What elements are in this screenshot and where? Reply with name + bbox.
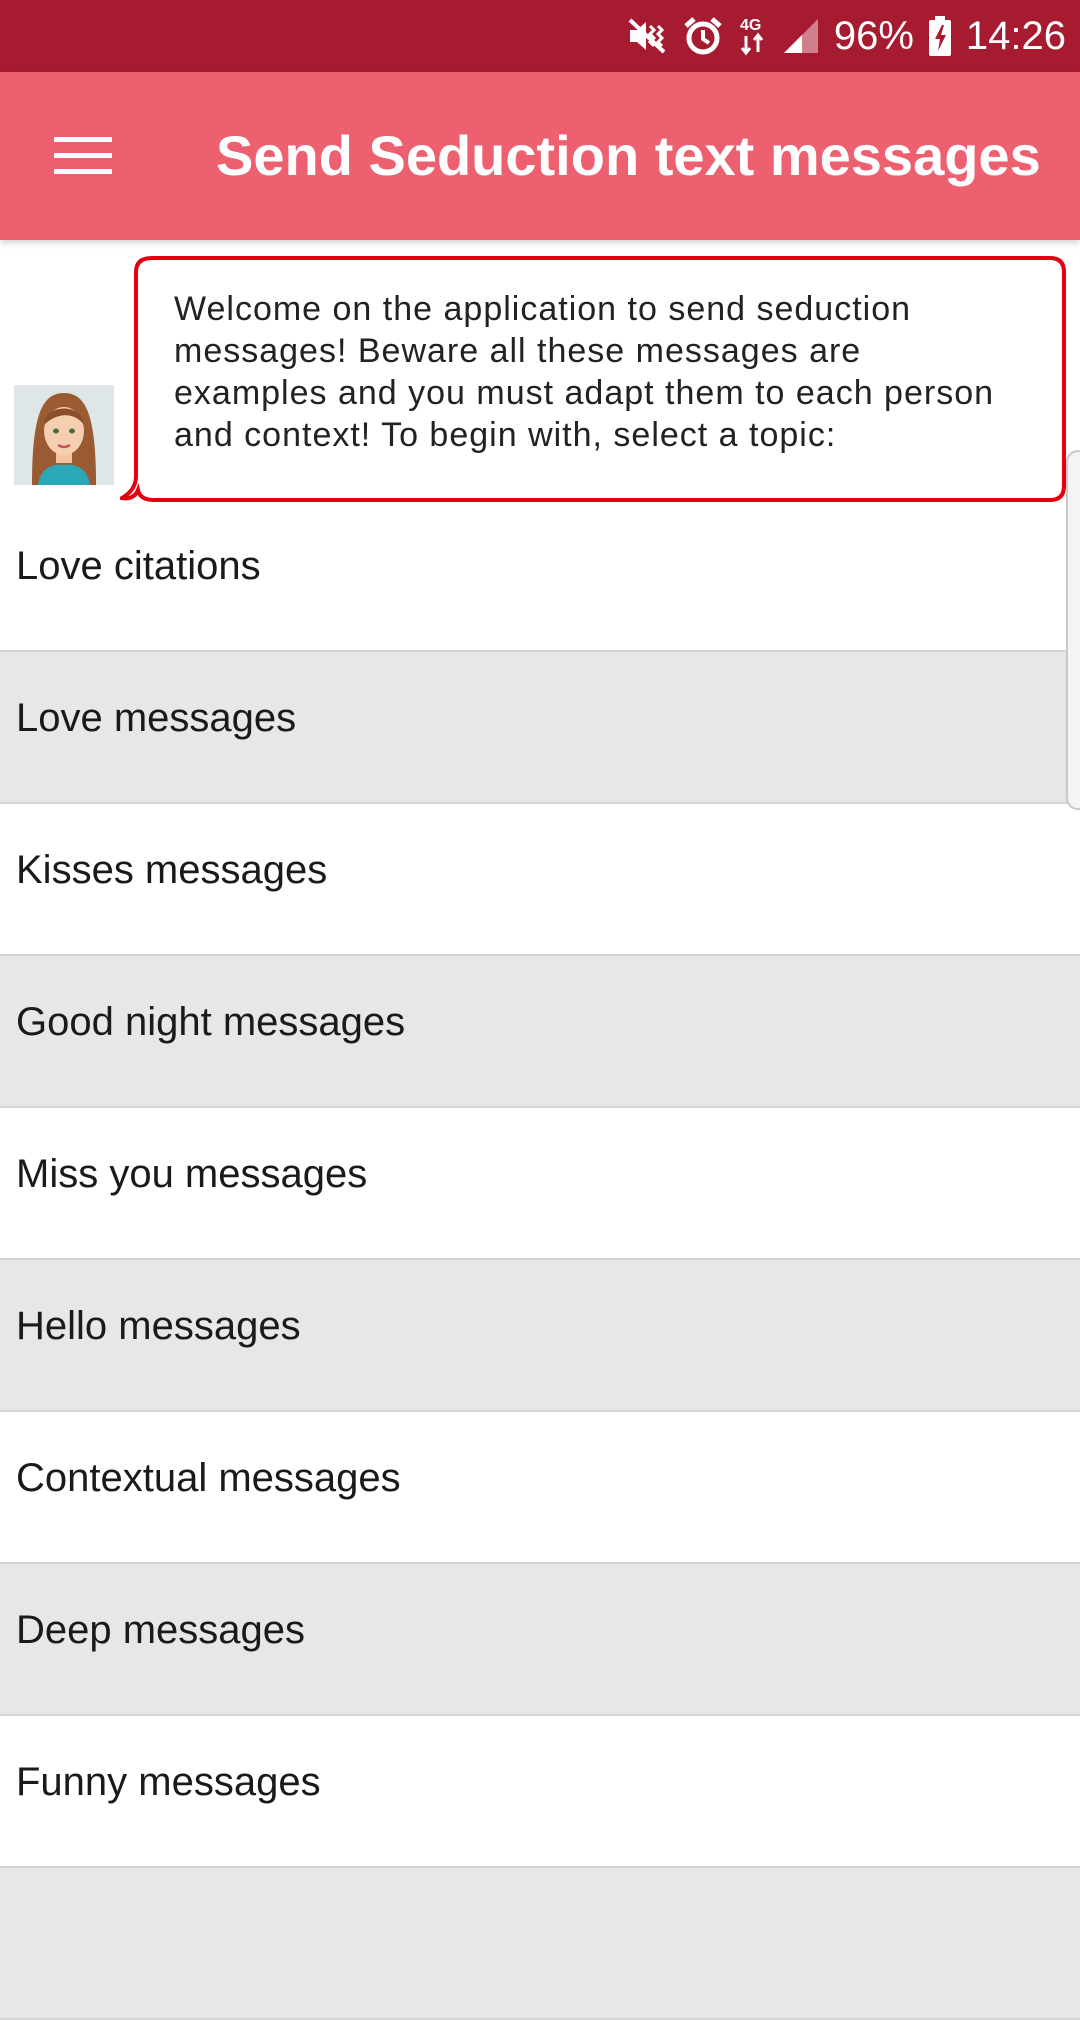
topic-good-night-messages[interactable]: Good night messages xyxy=(0,956,1080,1108)
topic-love-citations[interactable]: Love citations xyxy=(0,500,1080,652)
topic-label: Love citations xyxy=(16,544,261,588)
topic-funny-messages[interactable]: Funny messages xyxy=(0,1716,1080,1868)
battery-percentage: 96% xyxy=(833,13,914,58)
welcome-message: Welcome on the application to send seduc… xyxy=(174,290,995,454)
signal-icon xyxy=(782,17,820,55)
topic-label: Love messages xyxy=(16,696,297,740)
topic-love-messages[interactable]: Love messages xyxy=(0,652,1080,804)
page-title: Send Seduction text messages xyxy=(216,124,1041,187)
assistant-avatar xyxy=(14,385,114,485)
topic-next-partial[interactable] xyxy=(0,1868,1080,2020)
hamburger-menu-icon xyxy=(54,137,112,174)
hamburger-menu-button[interactable] xyxy=(40,118,126,194)
topic-label: Hello messages xyxy=(16,1304,301,1348)
app-bar: Send Seduction text messages xyxy=(0,72,1080,240)
intro-section: Welcome on the application to send seduc… xyxy=(0,240,1080,502)
edge-panel-handle[interactable] xyxy=(1066,450,1080,810)
status-bar: 4G 96% 14:26 xyxy=(0,0,1080,72)
topic-kisses-messages[interactable]: Kisses messages xyxy=(0,804,1080,956)
alarm-icon xyxy=(682,16,724,56)
topics-list: Love citations Love messages Kisses mess… xyxy=(0,500,1080,2020)
topic-label: Miss you messages xyxy=(16,1152,368,1196)
mute-vibrate-icon xyxy=(626,16,668,56)
topic-miss-you-messages[interactable]: Miss you messages xyxy=(0,1108,1080,1260)
network-type-label: 4G xyxy=(740,17,761,34)
topic-hello-messages[interactable]: Hello messages xyxy=(0,1260,1080,1412)
topic-label: Funny messages xyxy=(16,1760,321,1804)
topic-label: Good night messages xyxy=(16,1000,406,1044)
topic-label: Deep messages xyxy=(16,1608,306,1652)
clock-time: 14:26 xyxy=(965,13,1066,58)
status-icons: 4G 96% 14:26 xyxy=(626,0,1080,72)
data-arrows-icon: 4G xyxy=(738,14,768,58)
topic-label: Contextual messages xyxy=(16,1456,401,1500)
topic-contextual-messages[interactable]: Contextual messages xyxy=(0,1412,1080,1564)
topic-label: Kisses messages xyxy=(16,848,328,892)
topic-deep-messages[interactable]: Deep messages xyxy=(0,1564,1080,1716)
welcome-speech-bubble: Welcome on the application to send seduc… xyxy=(120,254,1070,502)
battery-charging-icon xyxy=(928,15,952,57)
